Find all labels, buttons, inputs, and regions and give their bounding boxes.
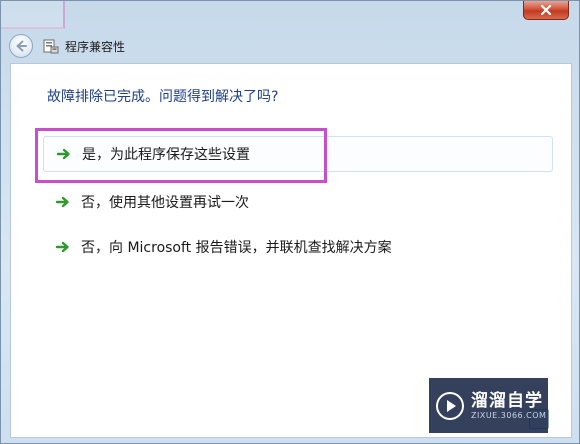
window-title: 程序兼容性: [65, 39, 126, 54]
watermark-title: 溜溜自学: [471, 391, 543, 411]
watermark-logo: 溜溜自学 ZIXUE.3066.COM: [429, 378, 548, 433]
program-compatibility-window: 程序兼容性 故障排除已完成。问题得到解决了吗? 是，为此程序保存这些设置 否，使…: [0, 0, 580, 444]
option-label: 是，为此程序保存这些设置: [82, 147, 250, 163]
result-question-heading: 故障排除已完成。问题得到解决了吗?: [47, 89, 279, 105]
green-arrow-icon: [56, 148, 70, 160]
option-save-settings[interactable]: 是，为此程序保存这些设置: [43, 136, 553, 172]
back-button[interactable]: [9, 34, 33, 58]
play-logo-icon: [436, 391, 464, 420]
option-label: 否，向 Microsoft 报告错误，并联机查找解决方案: [81, 240, 392, 256]
close-icon: [540, 5, 552, 15]
back-arrow-icon: [16, 40, 27, 52]
close-button[interactable]: [523, 1, 569, 20]
program-compatibility-icon: [43, 39, 59, 54]
watermark-subtitle: ZIXUE.3066.COM: [471, 411, 547, 420]
green-arrow-icon: [55, 196, 69, 208]
option-try-other-settings[interactable]: 否，使用其他设置再试一次: [43, 184, 553, 220]
green-arrow-icon: [55, 241, 69, 253]
corner-artifact: [1, 1, 65, 29]
title-bar: 程序兼容性: [9, 31, 125, 61]
option-report-to-microsoft[interactable]: 否，向 Microsoft 报告错误，并联机查找解决方案: [43, 229, 553, 265]
option-label: 否，使用其他设置再试一次: [81, 195, 249, 211]
